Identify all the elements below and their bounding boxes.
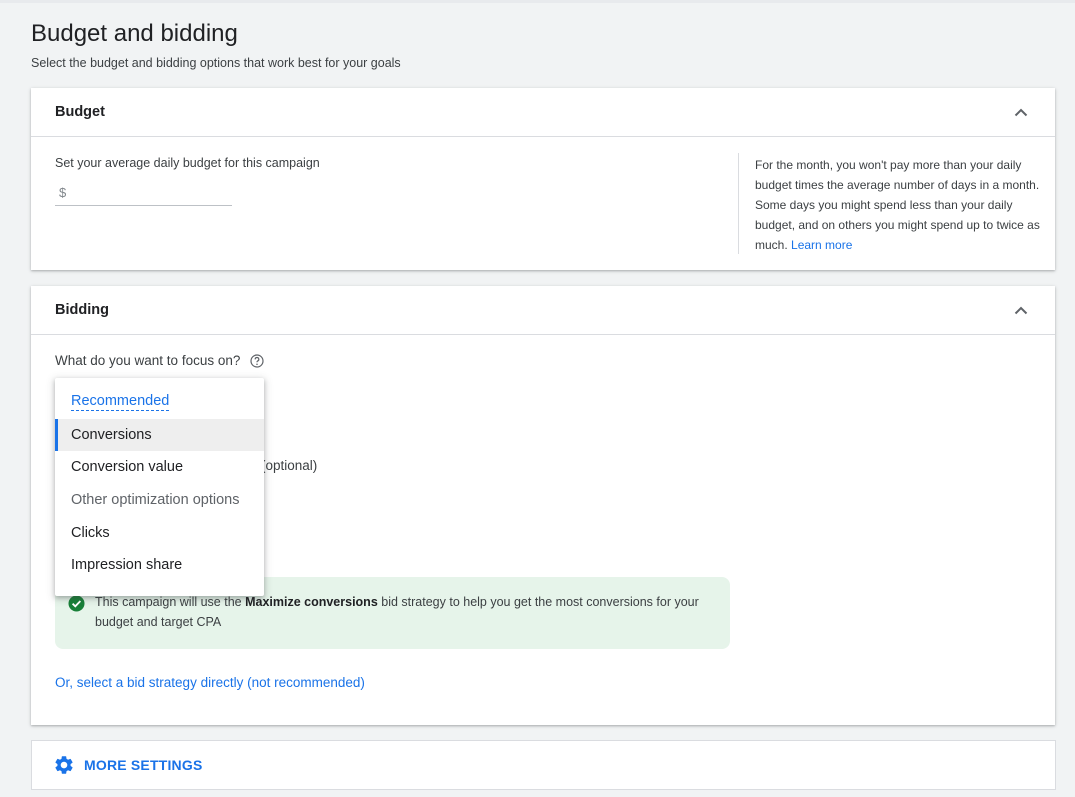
bid-strategy-info-text: This campaign will use the Maximize conv… [95, 592, 715, 632]
info-strategy-name: Maximize conversions [245, 595, 378, 609]
dropdown-item-conversions[interactable]: Conversions [55, 419, 264, 451]
focus-question-row: What do you want to focus on? [55, 353, 264, 368]
currency-symbol: $ [59, 185, 67, 200]
budget-card: Budget Set your average daily budget for… [31, 88, 1055, 270]
recommended-label: Recommended [71, 393, 170, 411]
gear-icon [55, 756, 73, 774]
bidding-card-title: Bidding [55, 302, 109, 318]
budget-label: Set your average daily budget for this c… [55, 156, 320, 170]
dropdown-other-options-header: Other optimization options [71, 492, 240, 508]
budget-input-field[interactable]: $ [55, 180, 232, 206]
dropdown-item-clicks[interactable]: Clicks [55, 517, 264, 549]
page-title: Budget and bidding [31, 20, 238, 47]
info-prefix: This campaign will use the [95, 595, 246, 609]
dropdown-item-conversion-value[interactable]: Conversion value [55, 451, 264, 483]
budget-card-header[interactable]: Budget [31, 88, 1055, 137]
check-circle-icon [68, 595, 85, 612]
page-subtitle: Select the budget and bidding options th… [31, 56, 401, 70]
optional-text: (optional) [261, 458, 318, 473]
focus-dropdown-menu: Recommended Conversions Conversion value… [55, 378, 264, 596]
daily-budget-input[interactable] [72, 185, 223, 200]
top-edge [0, 0, 1075, 3]
chevron-up-icon[interactable] [1009, 298, 1033, 322]
budget-divider [738, 153, 739, 254]
select-bid-strategy-link[interactable]: Or, select a bid strategy directly (not … [55, 675, 365, 690]
bidding-card-header[interactable]: Bidding [31, 286, 1055, 335]
budget-help-text: For the month, you won't pay more than y… [755, 155, 1040, 255]
dropdown-recommended-header[interactable]: Recommended [55, 386, 264, 418]
chevron-up-icon[interactable] [1009, 100, 1033, 124]
focus-question-label: What do you want to focus on? [55, 353, 241, 368]
more-settings-button[interactable]: MORE SETTINGS [31, 740, 1056, 790]
budget-card-title: Budget [55, 104, 105, 120]
learn-more-link[interactable]: Learn more [791, 238, 852, 252]
dropdown-item-impression-share[interactable]: Impression share [55, 549, 264, 581]
more-settings-label: MORE SETTINGS [84, 757, 203, 773]
help-circle-icon[interactable] [249, 353, 264, 368]
page: Budget and bidding Select the budget and… [0, 0, 1075, 797]
